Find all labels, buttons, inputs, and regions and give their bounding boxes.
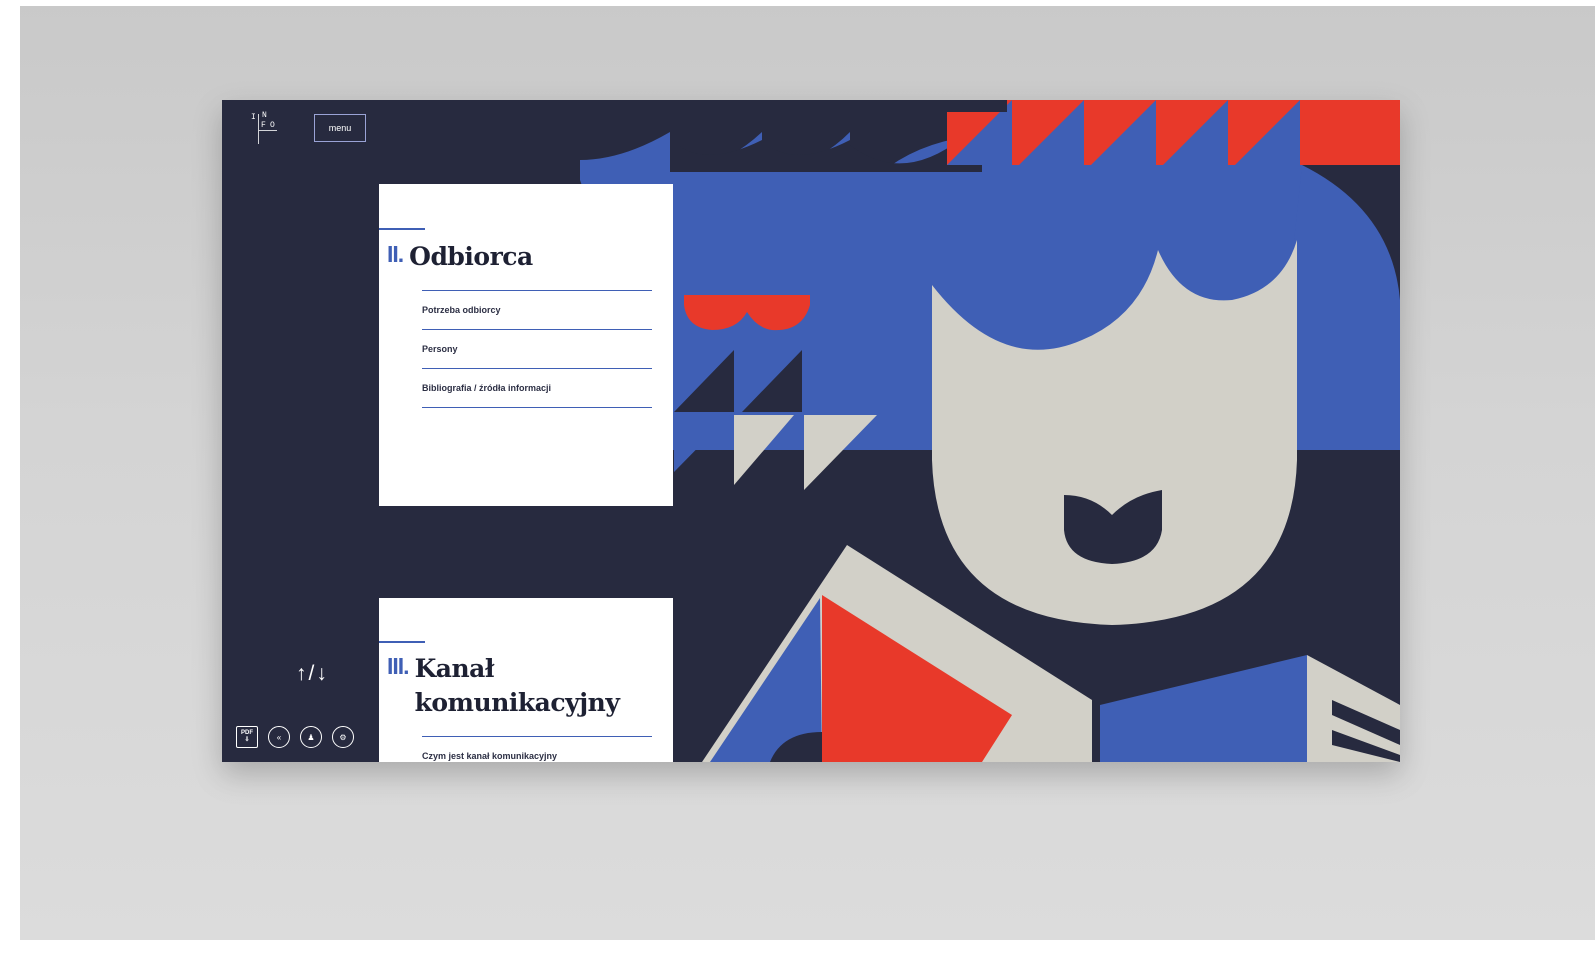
logo-letter-n: N: [262, 111, 267, 120]
logo-letter-f: F: [261, 121, 266, 130]
section-number: II.: [387, 241, 404, 267]
section-tick: [379, 641, 425, 643]
section-title: Odbiorca: [409, 242, 533, 271]
updown-navigation[interactable]: ↑/↓: [296, 662, 329, 686]
link-bibliografia[interactable]: Bibliografia / źródła informacji: [422, 368, 652, 407]
section-number: III.: [387, 653, 410, 679]
link-potrzeba-odbiorcy[interactable]: Potrzeba odbiorcy: [422, 290, 652, 329]
menu-button[interactable]: menu: [314, 114, 366, 142]
pdf-label: PDF: [241, 730, 253, 736]
section-card-odbiorca: II. Odbiorca Potrzeba odbiorcy Persony B…: [379, 184, 673, 506]
section-title-line: Kanał: [414, 654, 495, 683]
links-end-rule: [422, 407, 652, 408]
backdrop-top-strip: [0, 0, 1595, 6]
rewind-icon[interactable]: «: [268, 726, 290, 748]
pattern-triangle: [804, 415, 877, 490]
crown-top-navy: [947, 100, 1007, 112]
section-heading: II. Odbiorca: [387, 240, 533, 274]
section-tick: [379, 228, 425, 230]
link-czym-jest-kanal[interactable]: Czym jest kanał komunikacyjny: [422, 736, 652, 762]
section-title-line: komunikacyjny: [414, 688, 620, 717]
info-logo[interactable]: I N F O: [248, 112, 288, 148]
section-card-kanal: III. Kanał komunikacyjny Czym jest kanał…: [379, 598, 673, 762]
presentation-screen: I N F O menu II. Odbiorca Potrzeba odbio…: [222, 100, 1400, 762]
download-arrow-glyph: ⇩: [244, 737, 250, 743]
bottom-toolbar: PDF ⇩ « ♟ ⚙: [236, 726, 354, 748]
section-heading: III. Kanał komunikacyjny: [387, 652, 620, 720]
body-blue-shape: [1100, 655, 1307, 762]
pdf-download-icon[interactable]: PDF ⇩: [236, 726, 258, 748]
accessibility-icon[interactable]: ♟: [300, 726, 322, 748]
logo-rule-vertical: [258, 114, 259, 144]
section-links: Potrzeba odbiorcy Persony Bibliografia /…: [422, 290, 652, 408]
logo-rule-horizontal: [259, 130, 277, 131]
section-links: Czym jest kanał komunikacyjny: [422, 736, 652, 762]
backdrop-left-strip: [0, 0, 20, 954]
section-title: Kanał komunikacyjny: [415, 652, 620, 720]
logo-letter-o: O: [270, 121, 275, 130]
logo-letter-i: I: [251, 113, 256, 122]
link-persony[interactable]: Persony: [422, 329, 652, 368]
settings-icon[interactable]: ⚙: [332, 726, 354, 748]
backdrop-bottom-strip: [0, 940, 1595, 954]
